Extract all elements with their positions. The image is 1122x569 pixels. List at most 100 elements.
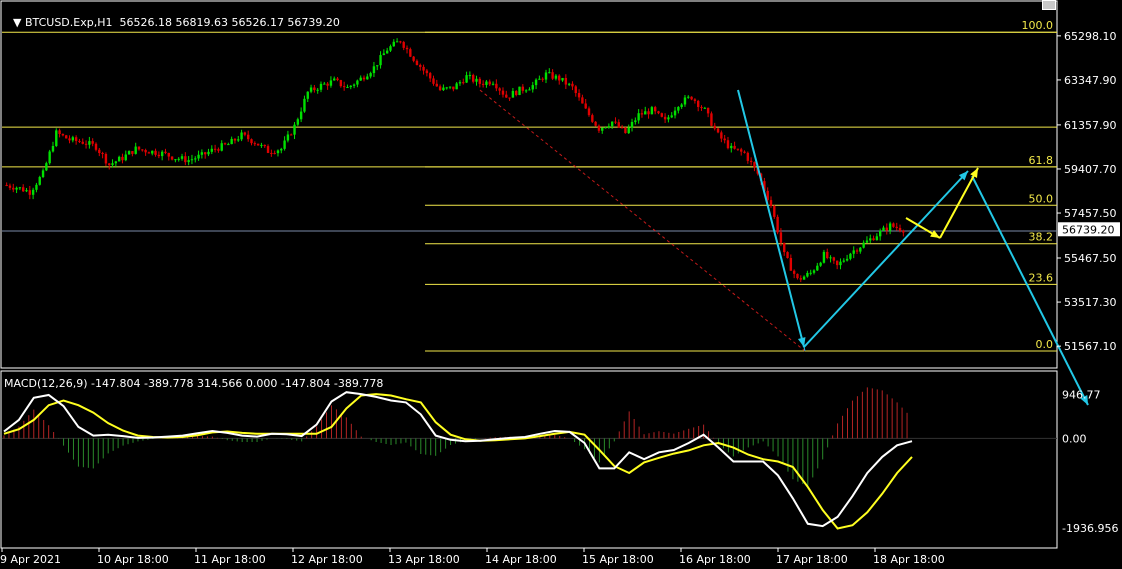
candle-body xyxy=(154,150,157,155)
candle-body xyxy=(313,87,316,91)
candle-body xyxy=(696,100,700,107)
candle-body xyxy=(369,73,372,77)
price-tick-label: 57457.50 xyxy=(1064,207,1117,220)
candle-body xyxy=(276,150,280,154)
candle-body xyxy=(607,126,611,128)
candle-body xyxy=(683,97,687,105)
candle-body xyxy=(604,127,607,129)
candle-body xyxy=(38,177,41,185)
candle-body xyxy=(571,83,574,87)
fib-level-label: 61.8 xyxy=(1029,154,1054,167)
candle-body xyxy=(41,170,45,178)
candle-body xyxy=(15,187,18,190)
candle-body xyxy=(395,41,399,43)
candle-body xyxy=(61,133,65,136)
candle-body xyxy=(829,257,832,259)
candle-body xyxy=(422,66,425,71)
candle-body xyxy=(587,108,591,116)
candle-body xyxy=(25,190,28,192)
candle-body xyxy=(842,260,845,262)
fibonacci-levels: 100.0 61.8 50.0 38.2 23.6 0.0 xyxy=(2,19,1057,352)
candle-body xyxy=(462,82,465,84)
candle-body xyxy=(792,270,796,274)
candle-body xyxy=(746,152,750,161)
main-pane-border xyxy=(0,0,1058,369)
candle-body xyxy=(144,150,147,153)
candle-body xyxy=(690,96,693,100)
candle-body xyxy=(515,90,518,96)
candle-body xyxy=(852,250,855,254)
price-tick-label: 65298.10 xyxy=(1064,30,1117,43)
candle-body xyxy=(822,251,826,263)
candle-body xyxy=(869,238,872,241)
candle-body xyxy=(663,116,667,120)
candle-body xyxy=(730,145,733,149)
candle-body xyxy=(776,216,779,233)
candle-body xyxy=(227,144,230,146)
candle-body xyxy=(895,226,898,228)
candle-body xyxy=(405,47,409,50)
candle-body xyxy=(385,50,389,54)
candle-body xyxy=(574,86,577,94)
candle-body xyxy=(577,93,581,98)
candle-body xyxy=(485,81,488,85)
candle-body xyxy=(124,154,127,161)
candle-body xyxy=(213,148,217,150)
candle-body xyxy=(399,41,402,43)
candle-body xyxy=(885,227,889,231)
candle-body xyxy=(157,154,161,157)
candle-body xyxy=(653,107,657,112)
candle-body xyxy=(425,70,429,74)
macd-main-line xyxy=(3,391,913,528)
candle-body xyxy=(147,152,151,154)
candle-body xyxy=(415,60,419,65)
candle-body xyxy=(210,148,214,152)
macd-pane xyxy=(2,387,1057,530)
one-click-trading-button[interactable] xyxy=(1042,0,1056,10)
candle-body xyxy=(505,94,508,98)
time-tick-label: 10 Apr 18:00 xyxy=(97,553,169,566)
candle-body xyxy=(5,184,8,186)
candle-body xyxy=(402,42,405,48)
candle-body xyxy=(677,106,680,111)
candle-body xyxy=(127,151,131,155)
candle-body xyxy=(273,153,276,155)
candle-body xyxy=(591,115,594,122)
candle-body xyxy=(233,138,237,141)
candle-body xyxy=(134,146,137,154)
candle-body xyxy=(544,72,548,80)
candle-body xyxy=(875,236,879,241)
candle-body xyxy=(812,270,816,273)
candle-body xyxy=(352,84,356,86)
candle-body xyxy=(94,143,98,150)
price-tick-label: 51567.10 xyxy=(1064,340,1117,353)
candle-body xyxy=(366,76,369,80)
candle-body xyxy=(561,77,564,81)
candle-body xyxy=(445,87,448,89)
trend-line xyxy=(479,89,806,352)
yellow-arrow-rise xyxy=(939,167,979,239)
candle-body xyxy=(882,227,885,231)
candle-body xyxy=(521,86,525,91)
candle-body xyxy=(65,135,68,139)
candle-body xyxy=(491,83,495,85)
candle-body xyxy=(564,77,568,85)
candle-body xyxy=(194,158,197,160)
candle-body xyxy=(845,258,849,261)
candle-body xyxy=(187,160,190,163)
candle-body xyxy=(740,149,743,152)
candle-body xyxy=(319,83,323,90)
candle-body xyxy=(217,149,220,151)
candle-body xyxy=(865,240,869,243)
candle-body xyxy=(743,151,746,153)
collapse-triangle-icon[interactable]: ▼ xyxy=(13,16,25,29)
candle-body xyxy=(567,83,571,85)
candle-body xyxy=(849,253,852,259)
candle-body xyxy=(749,160,753,163)
candle-body xyxy=(203,152,207,155)
fib-level-label: 100.0 xyxy=(1022,19,1054,32)
candle-body xyxy=(91,141,94,144)
time-tick-label: 13 Apr 18:00 xyxy=(388,553,460,566)
time-tick-label: 16 Apr 18:00 xyxy=(679,553,751,566)
fib-level-label: 23.6 xyxy=(1029,271,1054,284)
